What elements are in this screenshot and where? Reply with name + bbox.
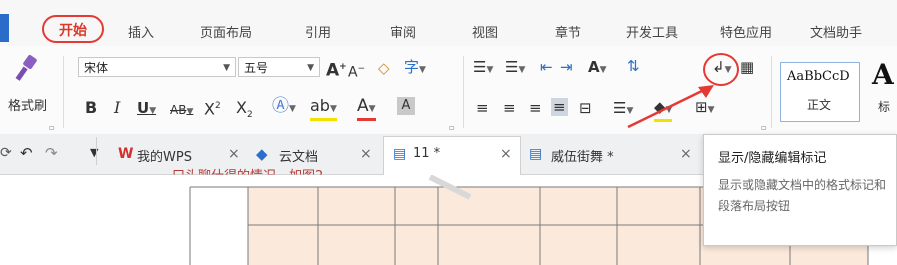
chevron-down-icon: ▼ [223, 63, 230, 73]
subscript-button[interactable]: X2 [236, 98, 253, 124]
clear-format-icon[interactable]: ◇ [378, 59, 390, 77]
phonetic-guide-icon[interactable]: 字▼ [404, 58, 426, 79]
style-preview: AaBbCcD [787, 69, 850, 84]
align-center-icon[interactable]: ≡ [503, 99, 516, 117]
text-effect-icon[interactable]: Ⓐ▼ [272, 97, 296, 118]
bold-button[interactable]: B [85, 99, 97, 117]
underline-button[interactable]: U▼ [137, 99, 156, 120]
close-icon[interactable]: × [360, 146, 372, 162]
tab-references[interactable]: 引用 [305, 22, 331, 41]
distribute-icon[interactable]: ⊟ [579, 99, 592, 117]
character-shading-icon[interactable]: A [397, 97, 415, 115]
wps-logo-icon: W [118, 146, 134, 162]
divider [771, 56, 772, 128]
align-left-icon[interactable]: ≡ [476, 99, 489, 117]
chevron-down-icon: ▼ [307, 63, 314, 73]
doc-tab-label[interactable]: 11 * [413, 146, 440, 161]
doc-tab-label[interactable]: 我的WPS [137, 146, 192, 165]
highlight-color-icon[interactable]: ab▼ [310, 97, 337, 121]
tab-page-layout[interactable]: 页面布局 [200, 22, 252, 41]
tab-developer[interactable]: 开发工具 [626, 22, 678, 41]
tab-assistant[interactable]: 文档助手 [810, 22, 862, 41]
style-heading-name[interactable]: 标 [878, 98, 890, 115]
doc-icon: ▤ [529, 146, 543, 162]
divider [463, 56, 464, 128]
tab-view[interactable]: 视图 [472, 22, 498, 41]
tooltip-title: 显示/隐藏编辑标记 [718, 151, 827, 166]
paragraph-group-launcher-icon[interactable]: ▫ [761, 123, 766, 132]
justify-icon[interactable]: ≡ [551, 98, 568, 116]
style-name: 正文 [807, 98, 832, 112]
style-normal[interactable]: AaBbCcD 正文 [780, 62, 860, 122]
doc-tab-label[interactable]: 云文档 [279, 146, 318, 165]
align-right-icon[interactable]: ≡ [529, 99, 542, 117]
doc-icon: ▤ [393, 146, 407, 162]
increase-indent-icon[interactable]: ⇥ [560, 58, 573, 76]
font-color-icon[interactable]: A▼ [357, 97, 376, 121]
ribbon-tab-bar: 开始 插入 页面布局 引用 审阅 视图 章节 开发工具 特色应用 文档助手 [0, 0, 897, 46]
tab-review[interactable]: 审阅 [390, 22, 416, 41]
style-heading-preview[interactable]: A [872, 58, 894, 91]
table-icon[interactable]: ▦ [740, 58, 754, 76]
clipboard-group-launcher-icon[interactable]: ▫ [49, 123, 54, 132]
close-icon[interactable]: × [680, 146, 692, 162]
font-group-launcher-icon[interactable]: ▫ [449, 123, 454, 132]
sort-icon[interactable]: ⇅ [627, 57, 640, 75]
superscript-button[interactable]: X2 [204, 97, 221, 118]
tab-sections[interactable]: 章节 [555, 22, 581, 41]
quick-access-save-icon[interactable]: ⟳ [0, 144, 12, 162]
tab-special[interactable]: 特色应用 [720, 22, 772, 41]
change-case-icon[interactable]: A▼ [588, 58, 607, 79]
strikethrough-button[interactable]: AB▼ [170, 101, 193, 121]
close-icon[interactable]: × [500, 146, 512, 162]
redo-icon[interactable]: ↷ [45, 144, 58, 162]
shrink-font-icon[interactable]: A− [348, 60, 365, 82]
format-painter-icon[interactable] [14, 54, 40, 84]
numbered-list-icon[interactable]: ☰▼ [505, 58, 525, 79]
grow-font-icon[interactable]: A+ [326, 58, 347, 80]
format-painter-label[interactable]: 格式刷 [8, 98, 47, 116]
annotation-arrow [627, 85, 714, 129]
font-name-select[interactable]: 宋体 ▼ [78, 57, 236, 77]
file-menu-button[interactable] [0, 14, 9, 42]
divider [63, 56, 64, 128]
tab-insert[interactable]: 插入 [128, 22, 154, 41]
doc-tab-label[interactable]: 威伍街舞 * [551, 146, 614, 165]
font-size-value: 五号 [244, 61, 269, 75]
bullet-list-icon[interactable]: ☰▼ [473, 58, 493, 79]
font-name-value: 宋体 [84, 61, 109, 75]
close-icon[interactable]: × [228, 146, 240, 162]
italic-button[interactable]: I [114, 99, 120, 117]
tooltip: 显示/隐藏编辑标记 显示或隐藏文档中的格式标记和段落布局按钮 [703, 134, 897, 246]
cloud-docs-icon: ◆ [256, 145, 268, 163]
quick-access-dropdown-icon[interactable]: ▼ [90, 144, 98, 162]
undo-icon[interactable]: ↶ [20, 144, 33, 162]
tooltip-body: 显示或隐藏文档中的格式标记和段落布局按钮 [718, 178, 887, 213]
font-size-select[interactable]: 五号 ▼ [238, 57, 320, 77]
divider [96, 137, 97, 165]
tab-home[interactable]: 开始 [42, 15, 104, 43]
decrease-indent-icon[interactable]: ⇤ [540, 58, 553, 76]
